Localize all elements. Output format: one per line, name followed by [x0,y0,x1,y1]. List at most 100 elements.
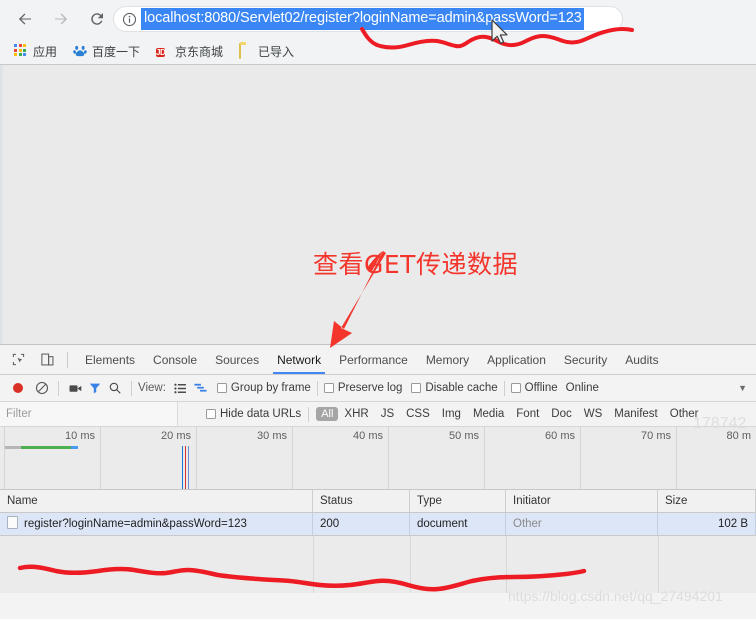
tab-memory[interactable]: Memory [417,346,478,374]
filter-input[interactable]: Filter [0,402,178,426]
toolbar-divider [131,380,132,396]
request-name-cell[interactable]: register?loginName=admin&passWord=123 [0,513,313,535]
tab-application[interactable]: Application [478,346,555,374]
device-toolbar-icon[interactable] [36,349,58,371]
forward-button[interactable] [46,4,76,34]
bookmark-baidu[interactable]: 百度一下 [69,41,144,61]
bookmark-imported[interactable]: 已导入 [235,41,298,61]
checkbox-box [323,383,334,393]
jd-icon: JD [156,44,170,58]
view-waterfall-button[interactable] [191,375,211,401]
folder-icon [239,43,253,59]
group-by-frame-label: Group by frame [230,382,311,394]
chevron-down-icon[interactable]: ▼ [738,383,747,393]
filter-type-img[interactable]: Img [442,408,461,420]
view-list-button[interactable] [171,375,191,401]
clear-button[interactable] [32,375,52,401]
arrow-left-icon [15,9,35,29]
checkbox-box [216,383,227,393]
overview-tick-label: 80 m [726,430,751,442]
filter-type-xhr[interactable]: XHR [344,408,368,420]
hide-data-urls-checkbox[interactable]: Hide data URLs [206,408,301,420]
page-info-icon[interactable] [118,8,140,30]
screenshot-root: localhost:8080/Servlet02/register?loginN… [0,0,756,619]
disable-cache-label: Disable cache [425,382,498,394]
overview-bar-request [21,446,71,449]
network-filter-bar: Filter Hide data URLs All XHR JS CSS Img… [0,402,756,427]
group-by-frame-checkbox[interactable]: Group by frame [216,375,311,401]
filter-type-media[interactable]: Media [473,408,504,420]
tab-performance[interactable]: Performance [330,346,417,374]
offline-checkbox[interactable]: Offline [510,375,558,401]
reload-icon [87,9,107,29]
column-header-type[interactable]: Type [410,490,506,512]
waterfall-view-icon [191,378,211,398]
bookmark-jd[interactable]: JD 京东商城 [152,41,227,61]
page-left-edge [0,65,4,345]
column-header-name[interactable]: Name [0,490,313,512]
search-icon [105,378,125,398]
tab-sources[interactable]: Sources [206,346,268,374]
preserve-log-checkbox[interactable]: Preserve log [323,375,402,401]
filter-button[interactable] [85,375,105,401]
overview-tick-label: 30 ms [257,430,287,442]
clear-icon [32,378,52,398]
overview-bar-download [71,446,78,449]
tab-console[interactable]: Console [144,346,206,374]
devtools-tabbar: Elements Console Sources Network Perform… [0,345,756,375]
document-icon [7,516,18,529]
filter-type-doc[interactable]: Doc [551,408,571,420]
back-button[interactable] [10,4,40,34]
overview-tick-label: 10 ms [65,430,95,442]
filter-type-font[interactable]: Font [516,408,539,420]
throttling-select[interactable]: Online [566,375,599,401]
overview-tick-label: 50 ms [449,430,479,442]
page-viewport: 查看GET传递数据 [0,64,756,345]
tab-audits[interactable]: Audits [616,346,667,374]
tab-elements[interactable]: Elements [76,346,144,374]
address-bar-url[interactable]: localhost:8080/Servlet02/register?loginN… [141,8,584,30]
jd-icon-text: JD [156,48,166,57]
column-header-size[interactable]: Size [658,490,756,512]
column-header-initiator[interactable]: Initiator [506,490,658,512]
filter-funnel-icon [85,378,105,398]
tab-network[interactable]: Network [268,346,330,374]
filter-type-css[interactable]: CSS [406,408,430,420]
reload-button[interactable] [82,4,112,34]
bookmark-apps[interactable]: 应用 [10,41,61,61]
hide-data-urls-label: Hide data URLs [220,408,302,420]
column-header-status[interactable]: Status [313,490,410,512]
list-view-icon [171,378,191,398]
filter-type-other[interactable]: Other [670,408,699,420]
toolbar-divider [316,380,318,396]
filter-divider [308,406,310,422]
address-bar[interactable]: localhost:8080/Servlet02/register?loginN… [113,6,623,32]
capture-screenshots-button[interactable] [65,375,85,401]
filter-type-js[interactable]: JS [381,408,394,420]
filter-type-manifest[interactable]: Manifest [614,408,657,420]
inspect-element-icon[interactable] [7,349,29,371]
table-row[interactable]: register?loginName=admin&passWord=123 20… [0,513,756,536]
disable-cache-checkbox[interactable]: Disable cache [411,375,498,401]
bookmark-label: 应用 [33,44,58,59]
filter-type-all[interactable]: All [316,407,339,421]
checkbox-box [510,383,521,393]
bookmark-label: 已导入 [258,44,295,59]
throttling-value: Online [565,382,599,394]
camera-icon [65,378,85,398]
request-initiator-cell: Other [506,513,658,535]
baidu-icon [73,44,87,58]
tab-security[interactable]: Security [555,346,616,374]
filter-type-ws[interactable]: WS [584,408,603,420]
requests-table-body [0,536,756,593]
search-button[interactable] [105,375,125,401]
arrow-right-icon [51,9,71,29]
network-overview[interactable]: 10 ms 20 ms 30 ms 40 ms 50 ms 60 ms 70 m… [0,427,756,490]
overview-marker-load-secondary [188,446,189,489]
request-type-cell: document [410,513,506,535]
toolbar-divider [58,380,59,396]
overview-marker-load [185,446,186,489]
record-button[interactable] [8,375,28,401]
overview-bar-stalled [5,446,21,449]
checkbox-box [411,383,422,393]
